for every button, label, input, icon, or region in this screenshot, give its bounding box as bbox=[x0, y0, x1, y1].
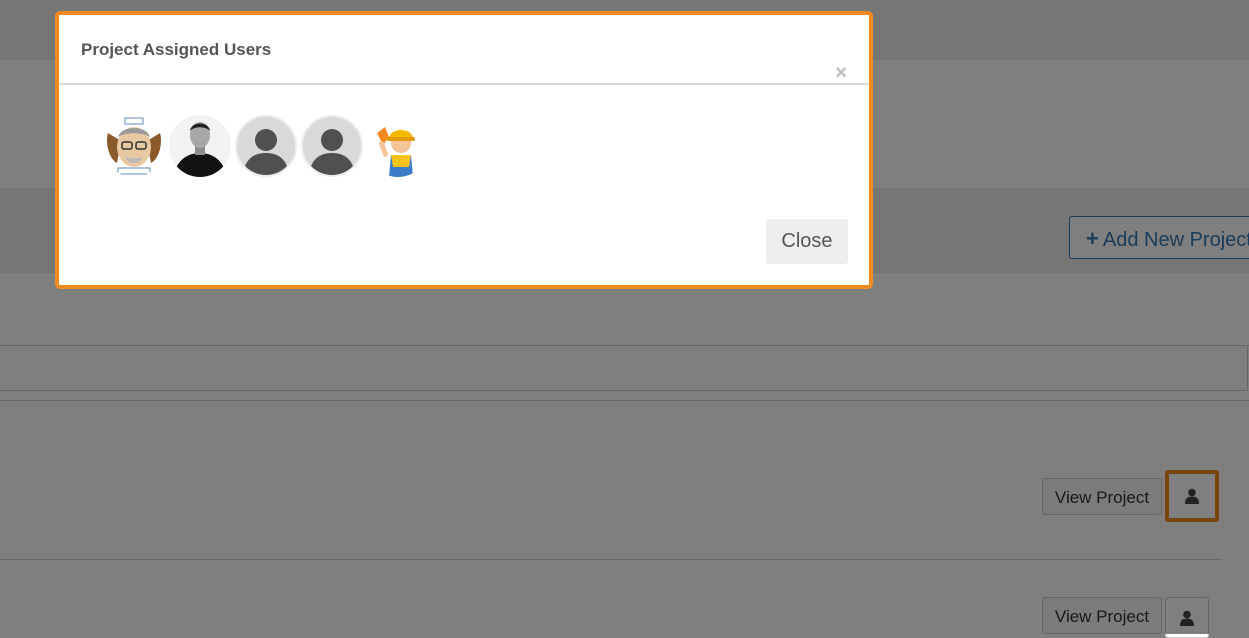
default-user-avatar bbox=[301, 115, 363, 177]
assigned-users-list bbox=[103, 115, 429, 177]
close-icon[interactable]: × bbox=[835, 63, 847, 83]
close-button[interactable]: Close bbox=[766, 219, 848, 264]
man-photo-avatar bbox=[169, 115, 231, 177]
modal-title: Project Assigned Users bbox=[81, 40, 272, 59]
modal-header: Project Assigned Users × bbox=[59, 15, 869, 85]
cartoon-man-avatar bbox=[103, 115, 165, 177]
construction-worker-avatar bbox=[367, 115, 429, 177]
default-user-avatar bbox=[235, 115, 297, 177]
project-assigned-users-modal: Project Assigned Users × Close bbox=[55, 11, 873, 289]
